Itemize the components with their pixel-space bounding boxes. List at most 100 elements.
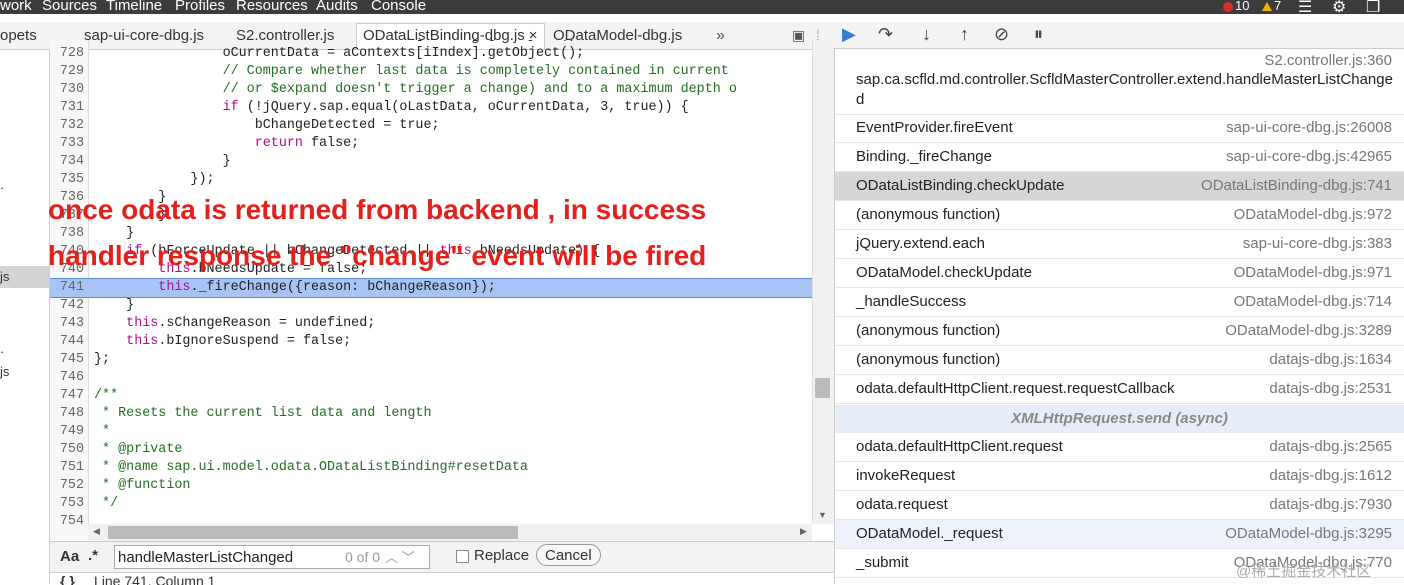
line-number[interactable]: 731 xyxy=(50,99,84,117)
step-over-icon[interactable]: ↷ xyxy=(878,24,893,45)
code-text: * @name sap.ui.model.odata.ODataListBind… xyxy=(94,460,528,475)
line-number[interactable]: 753 xyxy=(50,495,84,513)
line-number[interactable]: 732 xyxy=(50,117,84,135)
line-number[interactable]: 730 xyxy=(50,81,84,99)
call-frame[interactable]: jQuery.extend.each sap-ui-core-dbg.js:383 xyxy=(835,230,1404,259)
match-case-toggle[interactable]: Aa xyxy=(60,548,79,565)
step-out-icon[interactable]: ↑ xyxy=(960,24,969,45)
code-line[interactable]: 742 } xyxy=(50,297,812,315)
chevron-up-icon[interactable]: ︿ xyxy=(385,550,398,565)
step-into-icon[interactable]: ↓ xyxy=(922,24,931,45)
code-line[interactable]: 731 if (!jQuery.sap.equal(oLastData, oCu… xyxy=(50,99,812,117)
code-line[interactable]: 733 return false; xyxy=(50,135,812,153)
call-frame[interactable]: (anonymous function) ODataModel-dbg.js:32… xyxy=(835,317,1404,346)
code-line[interactable]: 744 this.bIgnoreSuspend = false; xyxy=(50,333,812,351)
line-number[interactable]: 748 xyxy=(50,405,84,423)
dock-icon[interactable]: ❐ xyxy=(1366,0,1380,14)
code-line[interactable]: 752 * @function xyxy=(50,477,812,495)
tab-snippets[interactable]: opets xyxy=(0,27,37,44)
code-editor[interactable]: 727 oCurrentData = aContexts[iIndex].get… xyxy=(50,40,812,540)
code-line[interactable]: 753 */ xyxy=(50,495,812,513)
tab-resources[interactable]: Resources xyxy=(236,0,308,14)
vertical-scroll-thumb[interactable] xyxy=(815,378,830,398)
frame-location: sap-ui-core-dbg.js:42965 xyxy=(1226,148,1392,165)
line-number[interactable]: 741 xyxy=(50,279,84,297)
frame-function: ODataListBinding.checkUpdate xyxy=(856,177,1065,194)
search-field[interactable]: 0 of 0 ︿ ﹀ xyxy=(114,545,430,569)
gear-icon[interactable]: ⚙ xyxy=(1332,0,1346,14)
code-line[interactable]: 750 * @private xyxy=(50,441,812,459)
code-line[interactable]: 729 // Compare whether last data is comp… xyxy=(50,63,812,81)
code-line[interactable]: 730 // or $expand doesn't trigger a chan… xyxy=(50,81,812,99)
call-frame[interactable]: ODataModel.checkUpdate ODataModel-dbg.js:… xyxy=(835,259,1404,288)
code-line[interactable]: 746 xyxy=(50,369,812,387)
line-number[interactable]: 744 xyxy=(50,333,84,351)
call-frame[interactable]: invokeRequest datajs-dbg.js:1612 xyxy=(835,462,1404,491)
call-frame[interactable]: _handleSuccess ODataModel-dbg.js:714 xyxy=(835,288,1404,317)
code-line[interactable]: 741 this._fireChange({reason: bChangeRea… xyxy=(50,278,812,298)
console-drawer-icon[interactable]: ☰ xyxy=(1298,0,1312,14)
pause-on-exceptions-icon[interactable]: ⏸ xyxy=(1034,24,1043,45)
replace-checkbox[interactable] xyxy=(456,550,469,563)
code-line[interactable]: 748 * Resets the current list data and l… xyxy=(50,405,812,423)
line-number[interactable]: 751 xyxy=(50,459,84,477)
line-number[interactable]: 754 xyxy=(50,513,84,531)
tab-timeline[interactable]: Timeline xyxy=(106,0,162,14)
error-counter[interactable]: 10 xyxy=(1223,0,1249,13)
frame-location: ODataModel-dbg.js:3289 xyxy=(1225,322,1392,339)
horizontal-scroll-thumb[interactable] xyxy=(108,526,518,539)
scroll-right-icon[interactable]: ▶ xyxy=(800,526,807,537)
resume-icon[interactable]: ▶ xyxy=(842,24,856,45)
tab-audits[interactable]: Audits xyxy=(316,0,358,14)
line-number[interactable]: 746 xyxy=(50,369,84,387)
pretty-print-icon[interactable]: { } xyxy=(60,573,75,585)
code-line[interactable]: 751 * @name sap.ui.model.odata.ODataList… xyxy=(50,459,812,477)
line-number[interactable]: 747 xyxy=(50,387,84,405)
call-frame[interactable]: (anonymous function) datajs-dbg.js:1634 xyxy=(835,346,1404,375)
scroll-down-icon[interactable]: ▼ xyxy=(818,510,827,520)
sidebar-item[interactable]: js xyxy=(0,364,9,379)
tab-profiles[interactable]: Profiles xyxy=(175,0,225,14)
call-frame[interactable]: (anonymous function) ODataModel-dbg.js:97… xyxy=(835,201,1404,230)
line-number[interactable]: 742 xyxy=(50,297,84,315)
chevron-down-icon[interactable]: ﹀ xyxy=(402,550,415,565)
call-frame[interactable]: odata.defaultHttpClient.request datajs-db… xyxy=(835,433,1404,462)
call-frame[interactable]: S2.controller.js:360 sap.ca.scfld.md.cont… xyxy=(835,49,1404,115)
code-line[interactable]: 747 /** xyxy=(50,387,812,405)
line-number[interactable]: 750 xyxy=(50,441,84,459)
tab-console[interactable]: Console xyxy=(371,0,426,14)
call-frame[interactable]: EventProvider.fireEvent sap-ui-core-dbg.j… xyxy=(835,114,1404,143)
code-line[interactable]: 749 * xyxy=(50,423,812,441)
code-line[interactable]: 734 } xyxy=(50,153,812,171)
scroll-left-icon[interactable]: ◀ xyxy=(93,526,100,537)
line-number[interactable]: 749 xyxy=(50,423,84,441)
sidebar-item-selected[interactable]: js xyxy=(0,266,49,288)
search-input[interactable] xyxy=(118,548,333,566)
line-number[interactable]: 734 xyxy=(50,153,84,171)
tab-sources[interactable]: Sources xyxy=(42,0,97,14)
line-number[interactable]: 733 xyxy=(50,135,84,153)
code-line[interactable]: 732 bChangeDetected = true; xyxy=(50,117,812,135)
code-line[interactable]: 745}; xyxy=(50,351,812,369)
call-frame[interactable]: odata.defaultHttpClient.request.requestC… xyxy=(835,375,1404,404)
line-number[interactable]: 728 xyxy=(50,45,84,63)
code-line[interactable]: 728 oCurrentData = aContexts[iIndex].get… xyxy=(50,45,812,63)
call-frame[interactable]: ODataListBinding.checkUpdate ODataListBin… xyxy=(835,172,1404,201)
tab-network[interactable]: work xyxy=(0,0,32,14)
line-number[interactable]: 745 xyxy=(50,351,84,369)
line-number[interactable]: 735 xyxy=(50,171,84,189)
regex-toggle[interactable]: .* xyxy=(88,547,98,564)
deactivate-breakpoints-icon[interactable]: ⊘ xyxy=(994,24,1009,45)
line-number[interactable]: 752 xyxy=(50,477,84,495)
search-nav[interactable]: ︿ ﹀ xyxy=(385,547,415,566)
call-frame[interactable]: Binding._fireChange sap-ui-core-dbg.js:42… xyxy=(835,143,1404,172)
vertical-scrollbar[interactable] xyxy=(812,40,834,524)
line-number[interactable]: 729 xyxy=(50,63,84,81)
call-frame[interactable]: ODataModel._request ODataModel-dbg.js:329… xyxy=(835,520,1404,549)
code-line[interactable]: 743 this.sChangeReason = undefined; xyxy=(50,315,812,333)
call-frame[interactable]: odata.request datajs-dbg.js:7930 xyxy=(835,491,1404,520)
cancel-button[interactable]: Cancel xyxy=(536,544,601,566)
code-line[interactable]: 735 }); xyxy=(50,171,812,189)
line-number[interactable]: 743 xyxy=(50,315,84,333)
warning-counter[interactable]: 7 xyxy=(1262,0,1281,13)
